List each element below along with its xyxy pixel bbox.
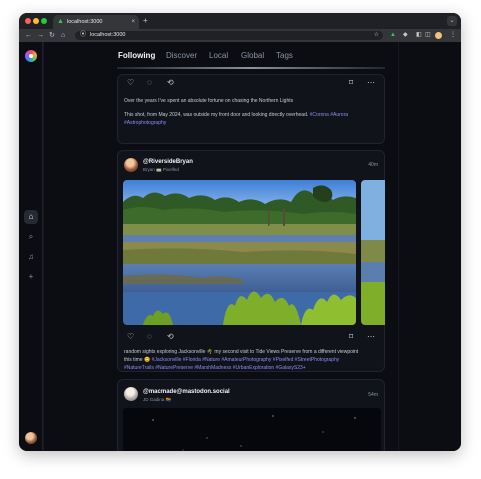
app-logo[interactable] <box>25 50 37 62</box>
browser-window: ▲ localhost:3000 × + ⌄ ← → ↻ ⌂ ⦿ localho… <box>19 13 461 451</box>
extensions-puzzle-icon[interactable]: ◧ <box>416 31 422 40</box>
compose-icon[interactable]: + <box>24 270 38 284</box>
post-card[interactable]: ♡ ◌ ⟲ ⌑ ⋯ Over the years I've spent an a… <box>117 74 385 144</box>
author-account: JD Gadina 🏳️‍🌈 <box>143 397 172 402</box>
post-text: This shot, from May 2024, was outside my… <box>124 112 309 118</box>
post-card[interactable]: @RiversideBryan Bryan 🚃 Pixelfed 40m ♡ ◌… <box>117 150 385 372</box>
post-text-line: #Astrophotography <box>124 119 166 127</box>
author-avatar[interactable] <box>124 158 138 172</box>
tab-search-button[interactable]: ⌄ <box>447 16 457 26</box>
post-actions: ♡ ◌ ⟲ ⌑ ⋯ <box>118 77 384 89</box>
bookmark-icon[interactable]: ⌑ <box>349 331 353 343</box>
marsh-photo-2 <box>361 180 385 325</box>
post-text-line: This shot, from May 2024, was outside my… <box>124 111 348 119</box>
back-button[interactable]: ← <box>25 31 32 40</box>
night-sky-photo <box>123 408 381 451</box>
extension-icon[interactable]: ▲ <box>390 31 396 40</box>
post-time[interactable]: 40m <box>368 162 378 168</box>
hashtag-link[interactable]: #Corona #Aurora <box>310 112 348 118</box>
like-icon[interactable]: ♡ <box>127 77 134 89</box>
author-account: Bryan 🚃 Pixelfed <box>143 167 179 172</box>
browser-tab[interactable]: ▲ localhost:3000 × <box>53 15 139 29</box>
url-text[interactable]: localhost:3000 <box>90 32 125 39</box>
new-tab-button[interactable]: + <box>143 16 148 26</box>
side-panel-icon[interactable]: ◫ <box>425 31 431 40</box>
post-text-line: this time 😊 #Jacksonville #Florida #Natu… <box>124 356 339 364</box>
tab-following[interactable]: Following <box>118 51 155 61</box>
tab-local[interactable]: Local <box>209 51 228 61</box>
post-actions: ♡ ◌ ⟲ ⌑ ⋯ <box>118 331 384 343</box>
post-image[interactable] <box>123 180 356 325</box>
forward-button[interactable]: → <box>37 31 44 40</box>
more-icon[interactable]: ⋯ <box>367 331 375 343</box>
marsh-photo <box>123 180 356 325</box>
tabs-divider <box>117 67 385 69</box>
home-button[interactable]: ⌂ <box>61 31 65 40</box>
sidebar: ⌂ ⌕ ♫ + <box>19 42 43 451</box>
profile-avatar[interactable] <box>435 32 442 39</box>
post-text: Over the years I've spent an absolute fo… <box>124 98 294 104</box>
post-card[interactable]: @macmade@mastodon.social JD Gadina 🏳️‍🌈 … <box>117 379 385 451</box>
post-text: this time 😊 <box>124 357 151 363</box>
site-info-icon[interactable]: ⦿ <box>80 32 86 39</box>
post-image[interactable] <box>123 408 381 451</box>
timeline-tabs: Following Discover Local Global Tags <box>95 42 325 70</box>
tab-tags[interactable]: Tags <box>276 51 293 61</box>
post-text-line: Over the years I've spent an absolute fo… <box>124 97 293 105</box>
post-text-line: random sights exploring Jacksonville 🌴 m… <box>124 348 358 356</box>
post-text: random sights exploring Jacksonville 🌴 m… <box>124 349 359 355</box>
favicon-icon: ▲ <box>57 18 64 25</box>
extension-icon[interactable]: ◆ <box>403 31 408 40</box>
author-handle[interactable]: @RiversideBryan <box>143 159 193 166</box>
browser-menu-icon[interactable]: ⋮ <box>450 31 456 40</box>
tab-close-icon[interactable]: × <box>131 18 135 26</box>
next-image-preview[interactable] <box>361 180 385 325</box>
address-toolbar: ← → ↻ ⌂ ⦿ localhost:3000 ☆ ▲ ◆ ◧ ◫ ⋮ <box>19 29 461 42</box>
hashtag-link[interactable]: #Jacksonville #Florida #Nature #AmateurP… <box>152 357 340 363</box>
post-text-line: #NatureTrails #NaturePreserve #MarshMadn… <box>124 364 306 372</box>
author-handle[interactable]: @macmade@mastodon.social <box>143 389 230 396</box>
reply-icon[interactable]: ◌ <box>147 77 152 89</box>
tab-bar: ▲ localhost:3000 × + ⌄ <box>19 13 461 29</box>
like-icon[interactable]: ♡ <box>127 331 134 343</box>
app: ⌂ ⌕ ♫ + Following Discover Local Global … <box>19 42 461 451</box>
close-window-button[interactable] <box>25 18 31 24</box>
address-bar[interactable]: ⦿ localhost:3000 ☆ <box>75 31 383 40</box>
user-avatar[interactable] <box>25 432 37 444</box>
post-time[interactable]: 54m <box>368 392 378 398</box>
home-icon[interactable]: ⌂ <box>24 210 38 224</box>
search-icon[interactable]: ⌕ <box>24 230 38 244</box>
tab-title: localhost:3000 <box>67 19 103 25</box>
notifications-icon[interactable]: ♫ <box>24 250 38 264</box>
tab-global[interactable]: Global <box>241 51 264 61</box>
tab-discover[interactable]: Discover <box>166 51 197 61</box>
hashtag-link[interactable]: #NatureTrails #NaturePreserve #MarshMadn… <box>124 365 306 371</box>
bookmark-icon[interactable]: ⌑ <box>349 77 353 89</box>
reload-button[interactable]: ↻ <box>49 31 55 40</box>
author-avatar[interactable] <box>124 387 138 401</box>
maximize-window-button[interactable] <box>41 18 47 24</box>
minimize-window-button[interactable] <box>33 18 39 24</box>
reply-icon[interactable]: ◌ <box>147 331 152 343</box>
more-icon[interactable]: ⋯ <box>367 77 375 89</box>
bookmark-star-icon[interactable]: ☆ <box>374 32 379 39</box>
boost-icon[interactable]: ⟲ <box>167 77 174 89</box>
hashtag-link[interactable]: #Astrophotography <box>124 120 166 126</box>
boost-icon[interactable]: ⟲ <box>167 331 174 343</box>
